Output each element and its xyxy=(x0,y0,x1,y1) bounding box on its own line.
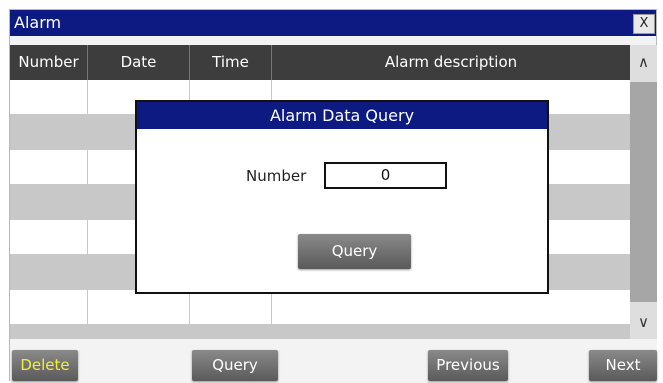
delete-button[interactable]: Delete xyxy=(12,350,78,381)
column-header-number[interactable]: Number xyxy=(10,45,88,80)
table-cell xyxy=(272,325,630,338)
column-header-alarm-description[interactable]: Alarm description xyxy=(272,45,630,80)
close-button[interactable]: X xyxy=(633,14,655,34)
alarm-data-query-dialog: Alarm Data Query Number 0 Query xyxy=(135,100,549,294)
delete-button-label: Delete xyxy=(20,356,70,374)
chevron-up-icon[interactable]: ∧ xyxy=(630,47,657,77)
chevron-down-icon[interactable]: ∨ xyxy=(630,307,657,337)
table-cell xyxy=(88,290,190,324)
table-header: Number Date Time Alarm description xyxy=(10,45,630,80)
column-header-time[interactable]: Time xyxy=(190,45,272,80)
table-cell xyxy=(10,150,88,184)
scrollbar-thumb[interactable] xyxy=(630,82,657,302)
table-row[interactable] xyxy=(10,325,630,339)
table-cell xyxy=(190,325,272,338)
table-cell xyxy=(10,325,88,338)
table-cell xyxy=(88,325,190,338)
table-cell xyxy=(10,290,88,324)
table-cell xyxy=(190,290,272,324)
previous-button[interactable]: Previous xyxy=(428,350,508,381)
window-title: Alarm xyxy=(14,13,62,32)
dialog-title: Alarm Data Query xyxy=(137,102,547,129)
table-cell xyxy=(10,220,88,254)
dialog-query-button[interactable]: Query xyxy=(298,234,411,269)
footer-bar: Delete Query Previous Next xyxy=(10,339,657,383)
number-label: Number xyxy=(246,167,307,185)
table-cell xyxy=(10,80,88,114)
table-cell xyxy=(10,255,88,289)
query-button[interactable]: Query xyxy=(192,350,278,381)
table-row[interactable] xyxy=(10,290,630,325)
table-cell xyxy=(10,185,88,219)
title-bar: Alarm X xyxy=(10,10,656,36)
vertical-scrollbar[interactable]: ∧ ∨ xyxy=(630,45,657,339)
number-input[interactable]: 0 xyxy=(324,162,447,189)
next-button[interactable]: Next xyxy=(589,350,657,381)
table-cell xyxy=(272,290,630,324)
table-cell xyxy=(10,115,88,149)
column-header-date[interactable]: Date xyxy=(88,45,190,80)
